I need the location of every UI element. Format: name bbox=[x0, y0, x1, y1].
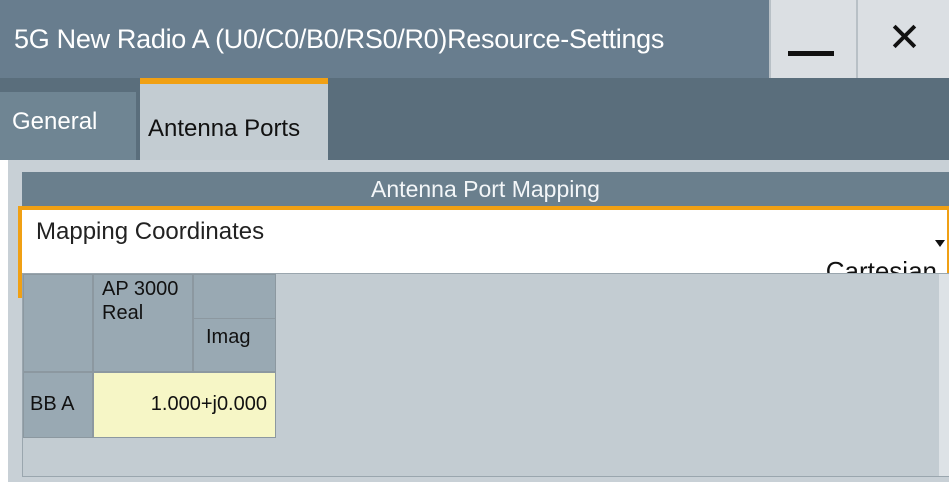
column-group-header: AP 3000 bbox=[102, 278, 179, 300]
content-panel: Antenna Port Mapping Mapping Coordinates… bbox=[8, 160, 949, 482]
resource-settings-window: 5G New Radio A (U0/C0/B0/RS0/R0)Resource… bbox=[0, 0, 949, 482]
close-icon: ✕ bbox=[887, 16, 922, 60]
row-label: BB A bbox=[30, 393, 75, 415]
column-header-imag-label: Imag bbox=[206, 326, 251, 348]
section-header: Antenna Port Mapping bbox=[22, 172, 949, 206]
left-border bbox=[0, 160, 8, 482]
table-corner bbox=[23, 274, 93, 372]
tab-strip: General Antenna Ports bbox=[0, 78, 949, 164]
cell-value-text: 1.000+j0.000 bbox=[150, 393, 267, 415]
mapping-table: AP 3000 Real Imag BB A 1.000+j0.000 bbox=[22, 273, 949, 477]
mapping-coordinates-label: Mapping Coordinates bbox=[36, 218, 265, 245]
window-title: 5G New Radio A (U0/C0/B0/RS0/R0)Resource… bbox=[14, 24, 665, 54]
column-header-real-label: Real bbox=[102, 302, 144, 324]
column-header-imag: Imag bbox=[193, 318, 276, 372]
column-header-real: AP 3000 Real bbox=[93, 274, 193, 372]
minimize-icon bbox=[788, 51, 834, 56]
minimize-button[interactable] bbox=[769, 0, 859, 78]
tab-antenna-ports[interactable]: Antenna Ports bbox=[140, 78, 328, 164]
column-header-imag-top bbox=[193, 274, 276, 318]
row-header-bb-a: BB A bbox=[23, 372, 93, 438]
tab-general[interactable]: General bbox=[0, 92, 136, 164]
title-bar: 5G New Radio A (U0/C0/B0/RS0/R0)Resource… bbox=[0, 0, 949, 88]
vertical-scrollbar[interactable] bbox=[939, 274, 949, 476]
table-cell-value[interactable]: 1.000+j0.000 bbox=[93, 372, 276, 438]
dropdown-arrow-icon bbox=[935, 240, 945, 247]
close-button[interactable]: ✕ bbox=[856, 0, 949, 78]
